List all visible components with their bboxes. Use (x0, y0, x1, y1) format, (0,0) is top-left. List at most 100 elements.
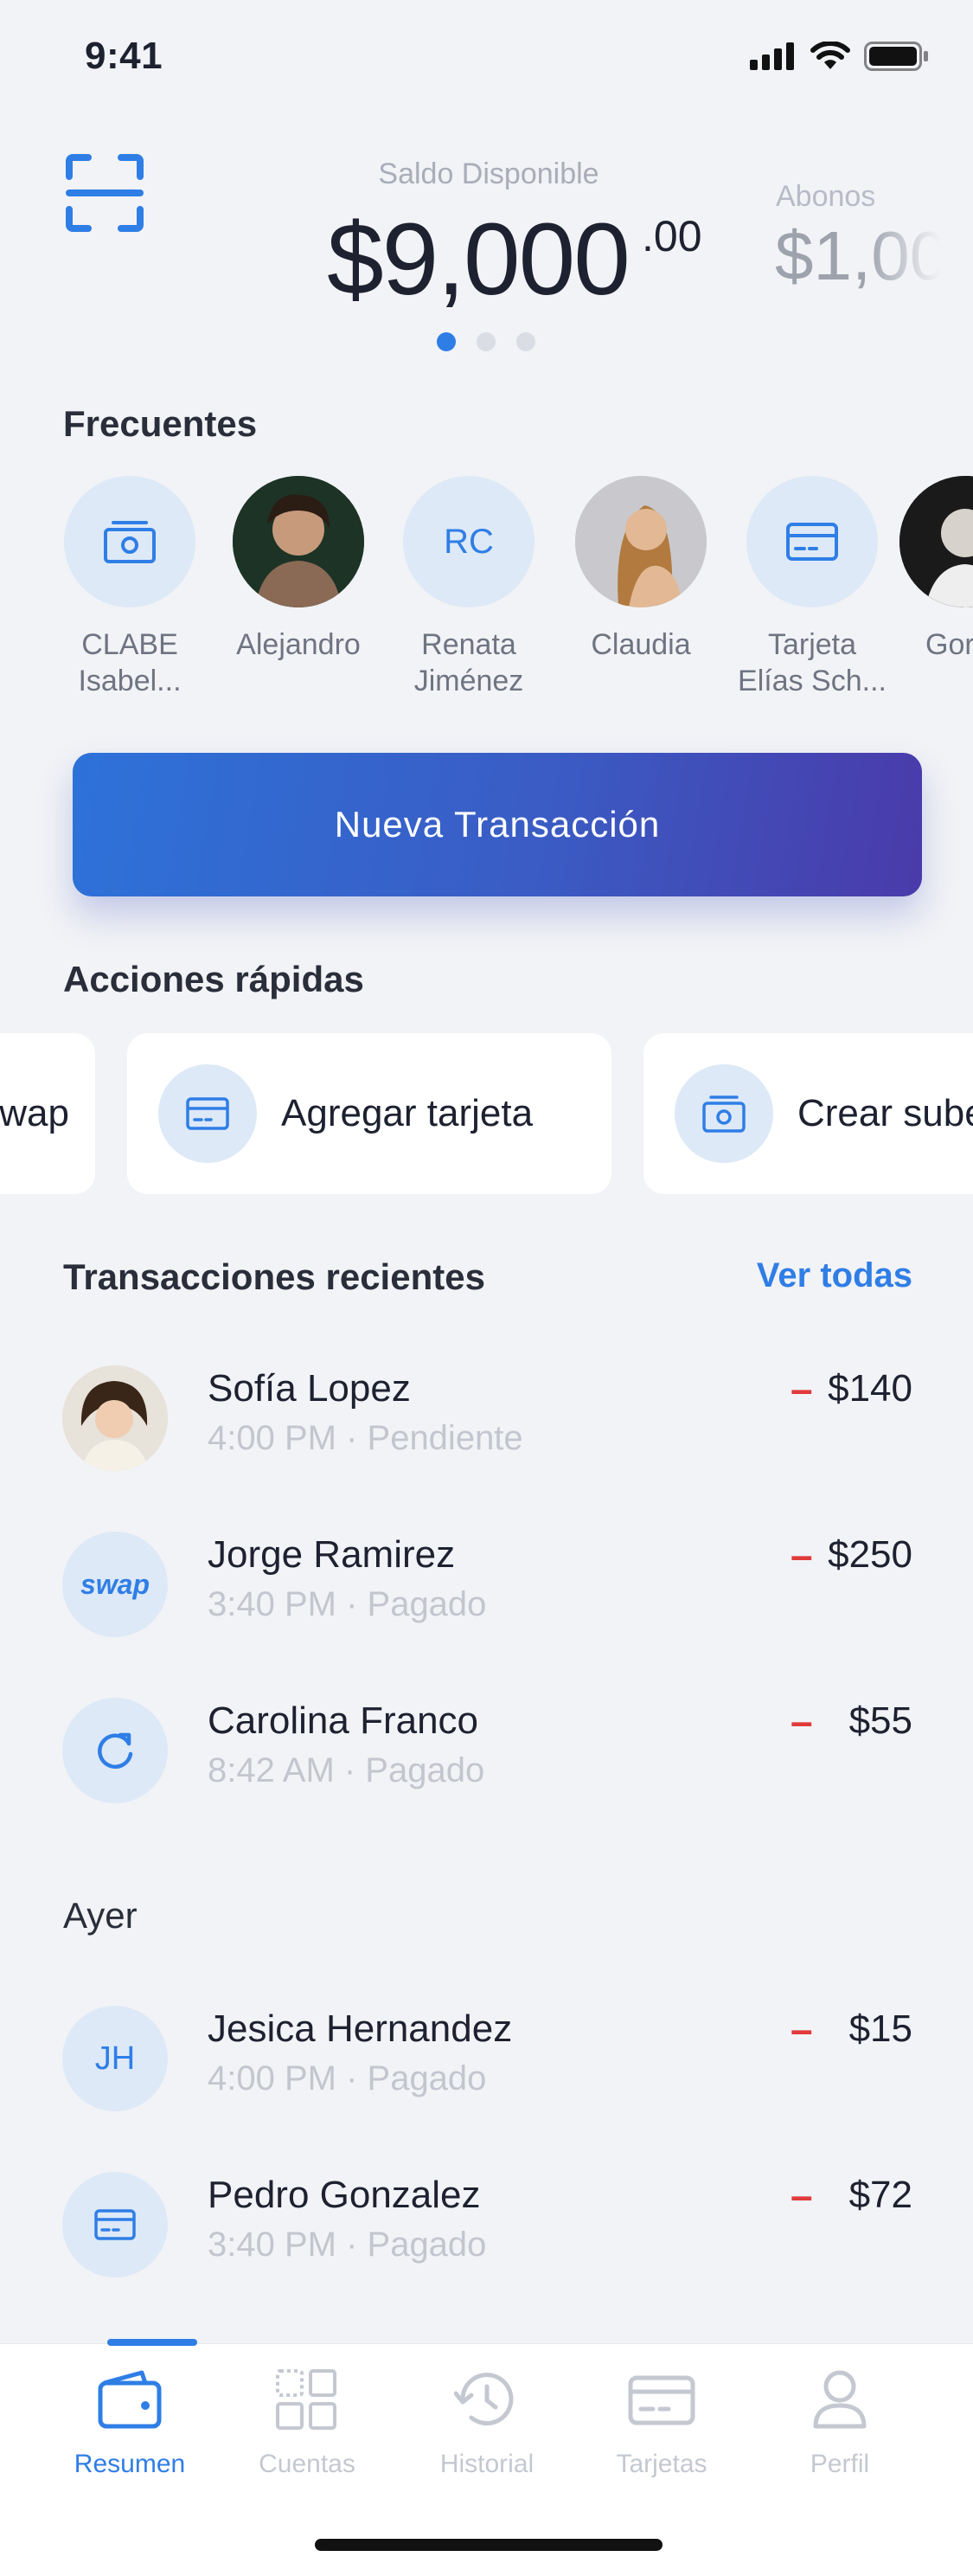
frequent-label: CLABE Isabel... (78, 628, 182, 697)
peek-fade (865, 164, 973, 312)
carousel-dot-active[interactable] (437, 332, 456, 351)
negative-sign: – (791, 2007, 813, 2052)
home-indicator[interactable] (315, 2539, 663, 2551)
tab-resumen[interactable]: Resumen (56, 2369, 203, 2479)
see-all-link[interactable]: Ver todas (757, 1256, 912, 1295)
quick-action-add-card[interactable]: Agregar tarjeta (127, 1033, 611, 1194)
transaction-amount: $250 (828, 1533, 912, 1576)
wallet-icon (98, 2370, 162, 2429)
transaction-row[interactable]: Sofía Lopez 4:00 PM · Pendiente – $140 (0, 1365, 973, 1495)
tab-label: Historial (439, 2450, 535, 2478)
tab-label: Cuentas (259, 2450, 355, 2478)
card-icon (186, 1097, 229, 1130)
card-icon (94, 2209, 136, 2240)
tab-label: Tarjetas (616, 2450, 707, 2478)
person-photo-icon (899, 476, 973, 607)
avatar (62, 1698, 168, 1803)
swap-logo: swap (80, 1568, 150, 1600)
transaction-row[interactable]: Pedro Gonzalez 3:40 PM · Pagado – $72 (0, 2172, 973, 2302)
refresh-icon (98, 1732, 133, 1770)
tab-historial[interactable]: Historial (413, 2369, 560, 2479)
frequent-label: Gor (925, 628, 973, 661)
battery-icon (864, 42, 928, 71)
card-icon (786, 523, 838, 561)
carousel-dot[interactable] (516, 332, 535, 351)
transaction-amount: $140 (828, 1367, 912, 1410)
card-icon (628, 2375, 695, 2425)
transaction-name: Jorge Ramirez (208, 1533, 456, 1576)
status-time: 9:41 (85, 35, 163, 77)
transaction-meta: 3:40 PM · Pagado (208, 2226, 487, 2264)
avatar (62, 2172, 168, 2277)
avatar: swap (62, 1532, 168, 1637)
frequent-label: Claudia (591, 628, 691, 661)
wifi-icon (810, 42, 850, 69)
transaction-name: Carolina Franco (208, 1699, 479, 1742)
frequent-item[interactable]: Claudia (559, 476, 723, 663)
quick-action-label: Agregar tarjeta (281, 1092, 534, 1134)
next-card-label: Abonos (776, 180, 876, 213)
frequent-label: Alejandro (236, 628, 361, 661)
quick-action-swap[interactable]: wap (0, 1033, 95, 1194)
yesterday-title: Ayer (63, 1895, 138, 1936)
frequents-title: Frecuentes (63, 403, 258, 444)
scan-qr-icon[interactable] (66, 154, 144, 232)
transaction-row[interactable]: Carolina Franco 8:42 AM · Pagado – $55 (0, 1698, 973, 1828)
quick-action-icon (158, 1064, 257, 1163)
tab-perfil[interactable]: Perfil (766, 2369, 913, 2479)
frequent-label: Renata Jiménez (413, 628, 524, 697)
new-transaction-button[interactable]: Nueva Transacción (73, 753, 922, 896)
grid-icon (276, 2369, 336, 2430)
avatar-initials: RC (444, 522, 494, 561)
transaction-amount: $15 (848, 2007, 912, 2050)
negative-sign: – (791, 1532, 813, 1577)
person-photo-icon (62, 1365, 168, 1471)
quick-actions-title: Acciones rápidas (63, 959, 364, 999)
transaction-name: Jesica Hernandez (208, 2007, 513, 2050)
recent-transactions-title: Transacciones recientes (63, 1256, 485, 1297)
tab-label: Resumen (74, 2450, 186, 2478)
transaction-row[interactable]: JH Jesica Hernandez 4:00 PM · Pagado – $… (0, 2006, 973, 2136)
frequent-item[interactable]: Tarjeta Elías Sch... (730, 476, 894, 699)
balance-amount: $9,000 (327, 202, 631, 317)
status-icons (750, 42, 930, 71)
quick-action-icon (675, 1064, 773, 1163)
avatar (62, 1365, 168, 1471)
negative-sign: – (791, 1366, 813, 1411)
balance-label: Saldo Disponible (378, 157, 599, 190)
negative-sign: – (791, 1699, 813, 1744)
bank-icon (702, 1095, 746, 1133)
transaction-meta: 4:00 PM · Pagado (208, 2059, 487, 2097)
quick-action-label: Crear sube (797, 1092, 973, 1134)
transaction-row[interactable]: swap Jorge Ramirez 3:40 PM · Pagado – $2… (0, 1532, 973, 1661)
avatar (899, 476, 973, 607)
balance-cents: .00 (642, 212, 702, 260)
avatar (575, 476, 707, 607)
user-icon (813, 2370, 867, 2429)
quick-action-label: wap (0, 1092, 69, 1134)
history-clock-icon (453, 2373, 514, 2425)
quick-action-create[interactable]: Crear sube (643, 1033, 973, 1194)
carousel-dot[interactable] (477, 332, 496, 351)
frequent-avatar (746, 476, 878, 607)
transaction-name: Sofía Lopez (208, 1367, 411, 1410)
person-photo-icon (233, 476, 364, 607)
transaction-amount: $72 (848, 2174, 912, 2216)
transaction-meta: 8:42 AM · Pagado (208, 1751, 485, 1789)
frequent-avatar (64, 476, 195, 607)
frequent-item[interactable]: Alejandro (216, 476, 381, 663)
frequent-item[interactable]: Gor (899, 476, 973, 663)
avatar: JH (62, 2006, 168, 2111)
frequent-item[interactable]: CLABE Isabel... (48, 476, 212, 699)
transaction-amount: $55 (848, 1699, 912, 1742)
tab-cuentas[interactable]: Cuentas (234, 2369, 381, 2479)
transaction-name: Pedro Gonzalez (208, 2174, 481, 2216)
bank-icon (104, 521, 156, 563)
person-photo-icon (575, 476, 707, 607)
negative-sign: – (791, 2173, 813, 2218)
carousel-dots[interactable] (437, 332, 535, 351)
transaction-meta: 4:00 PM · Pendiente (208, 1419, 523, 1457)
avatar (233, 476, 364, 607)
tab-tarjetas[interactable]: Tarjetas (588, 2369, 735, 2479)
frequent-item[interactable]: RC Renata Jiménez (387, 476, 551, 699)
